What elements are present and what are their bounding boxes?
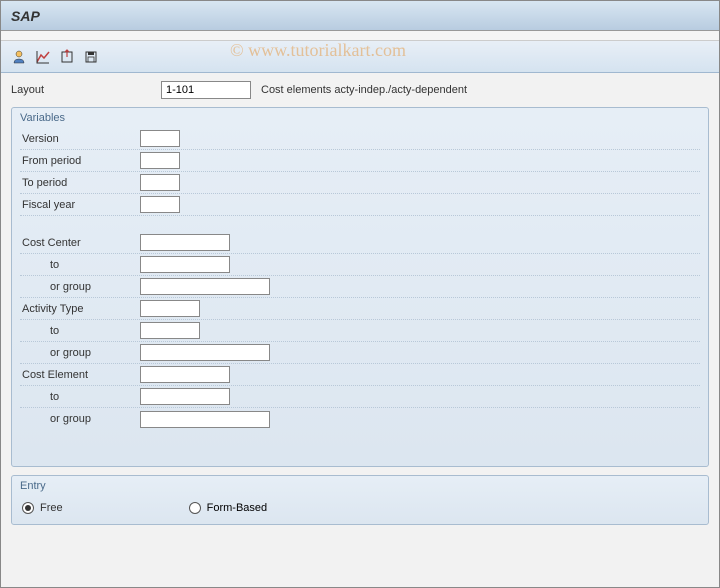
layout-row: Layout Cost elements acty-indep./acty-de…	[11, 81, 709, 99]
to-period-label: To period	[20, 177, 140, 189]
cost-element-row: Cost Element	[20, 364, 700, 386]
cost-center-to-input[interactable]	[140, 256, 230, 273]
layout-label: Layout	[11, 84, 161, 96]
activity-type-group-input[interactable]	[140, 344, 270, 361]
cost-element-group-label: or group	[20, 413, 140, 425]
activity-type-group-row: or group	[20, 342, 700, 364]
cost-center-to-row: to	[20, 254, 700, 276]
cost-element-input[interactable]	[140, 366, 230, 383]
cost-element-group-input[interactable]	[140, 411, 270, 428]
fiscal-year-input[interactable]	[140, 196, 180, 213]
fiscal-year-label: Fiscal year	[20, 199, 140, 211]
export-icon[interactable]	[57, 47, 77, 67]
app-title: SAP	[11, 8, 40, 24]
radio-free-label: Free	[40, 502, 63, 514]
menu-strip	[1, 31, 719, 41]
cost-center-input[interactable]	[140, 234, 230, 251]
toolbar	[1, 41, 719, 73]
to-period-input[interactable]	[140, 174, 180, 191]
radio-form-based-label: Form-Based	[207, 502, 268, 514]
cost-element-to-row: to	[20, 386, 700, 408]
entry-options: Free Form-Based	[20, 496, 700, 516]
activity-type-to-label: to	[20, 325, 140, 337]
title-bar: SAP	[1, 1, 719, 31]
activity-type-group-label: or group	[20, 347, 140, 359]
chart-icon[interactable]	[33, 47, 53, 67]
radio-free[interactable]	[22, 502, 34, 514]
cost-center-label: Cost Center	[20, 237, 140, 249]
version-label: Version	[20, 133, 140, 145]
from-period-row: From period	[20, 150, 700, 172]
entry-groupbox: Entry Free Form-Based	[11, 475, 709, 525]
activity-type-label: Activity Type	[20, 303, 140, 315]
cost-center-row: Cost Center	[20, 232, 700, 254]
fiscal-year-row: Fiscal year	[20, 194, 700, 216]
cost-center-group-row: or group	[20, 276, 700, 298]
entry-title: Entry	[20, 480, 700, 492]
user-icon[interactable]	[9, 47, 29, 67]
cost-element-to-input[interactable]	[140, 388, 230, 405]
cost-element-to-label: to	[20, 391, 140, 403]
layout-input[interactable]	[161, 81, 251, 99]
cost-center-group-label: or group	[20, 281, 140, 293]
layout-description: Cost elements acty-indep./acty-dependent	[261, 84, 467, 96]
from-period-label: From period	[20, 155, 140, 167]
save-icon[interactable]	[81, 47, 101, 67]
activity-type-row: Activity Type	[20, 298, 700, 320]
from-period-input[interactable]	[140, 152, 180, 169]
variables-title: Variables	[20, 112, 700, 124]
cost-element-group-row: or group	[20, 408, 700, 430]
activity-type-to-input[interactable]	[140, 322, 200, 339]
variables-groupbox: Variables Version From period To period …	[11, 107, 709, 467]
activity-type-input[interactable]	[140, 300, 200, 317]
cost-center-to-label: to	[20, 259, 140, 271]
to-period-row: To period	[20, 172, 700, 194]
version-row: Version	[20, 128, 700, 150]
activity-type-to-row: to	[20, 320, 700, 342]
radio-form-based[interactable]	[189, 502, 201, 514]
version-input[interactable]	[140, 130, 180, 147]
content-area: Layout Cost elements acty-indep./acty-de…	[1, 73, 719, 541]
cost-element-label: Cost Element	[20, 369, 140, 381]
spacer	[20, 216, 700, 232]
cost-center-group-input[interactable]	[140, 278, 270, 295]
